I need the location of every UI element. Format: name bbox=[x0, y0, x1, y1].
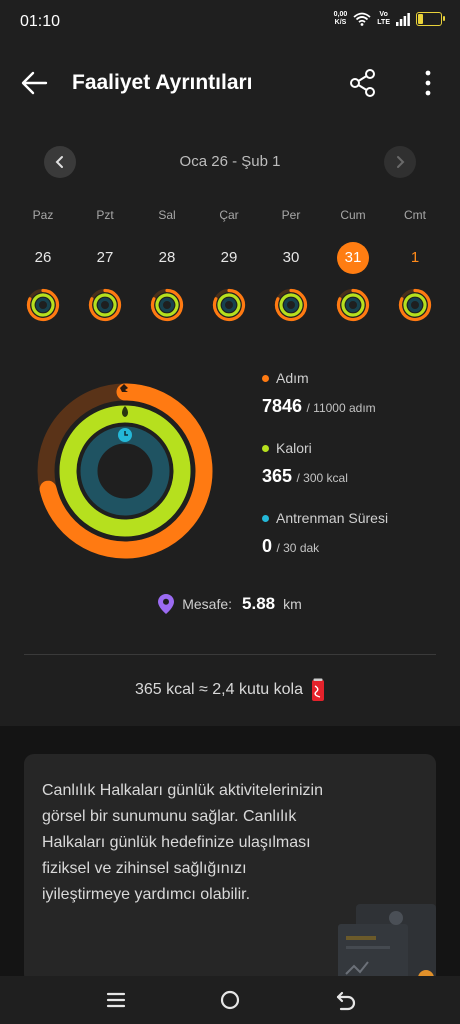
day-number: 1 bbox=[410, 249, 420, 266]
system-navigation-bar bbox=[0, 976, 460, 1024]
section-divider bbox=[24, 654, 436, 655]
calories-value: 365 bbox=[262, 466, 293, 486]
calories-dot bbox=[262, 444, 269, 452]
day-name: Pzt bbox=[96, 208, 114, 222]
fitness-illustration bbox=[338, 904, 436, 984]
day-ring-26 bbox=[26, 288, 60, 322]
signal-icon bbox=[396, 12, 410, 26]
battery-icon: 22 bbox=[416, 12, 445, 26]
day-number: 26 bbox=[34, 249, 52, 266]
back-nav-icon[interactable] bbox=[334, 988, 358, 1012]
recent-apps-icon[interactable] bbox=[104, 988, 128, 1012]
more-options-button[interactable] bbox=[416, 67, 440, 99]
distance-row: Mesafe: 5.88 km bbox=[0, 594, 460, 614]
steps-value: 7846 bbox=[262, 396, 303, 416]
day-number: 28 bbox=[158, 249, 176, 266]
day-number: 30 bbox=[282, 249, 300, 266]
day-28[interactable]: Sal 28 bbox=[136, 208, 198, 322]
day-26[interactable]: Paz 26 bbox=[12, 208, 74, 322]
network-speed-unit: K/S bbox=[334, 19, 347, 26]
day-30[interactable]: Per 30 bbox=[260, 208, 322, 322]
date-navigator: Oca 26 - Şub 1 bbox=[0, 145, 460, 181]
status-bar: 01:10 0,00 K/S Vo LTE 22 bbox=[0, 0, 460, 44]
more-vertical-icon bbox=[425, 70, 431, 96]
volte-bottom: LTE bbox=[377, 19, 390, 26]
workout-dot bbox=[262, 514, 269, 522]
day-number: 29 bbox=[220, 249, 238, 266]
info-card: Canlılık Halkaları günlük aktivitelerini… bbox=[24, 754, 436, 984]
status-icons: 0,00 K/S Vo LTE 22 bbox=[334, 11, 445, 27]
workout-goal: / 30 dak bbox=[276, 541, 320, 555]
day-ring-29 bbox=[212, 288, 246, 322]
cola-can-icon bbox=[312, 678, 324, 701]
chevron-right-icon bbox=[397, 156, 405, 168]
info-text: Canlılık Halkaları günlük aktivitelerini… bbox=[42, 782, 324, 903]
workout-label: Antrenman Süresi bbox=[276, 510, 389, 526]
day-number: 27 bbox=[96, 249, 114, 266]
day-name: Çar bbox=[219, 208, 239, 222]
app-header: Faaliyet Ayrıntıları bbox=[0, 55, 460, 111]
share-icon bbox=[350, 69, 375, 97]
steps-label: Adım bbox=[276, 370, 309, 386]
wifi-icon bbox=[353, 12, 371, 26]
workout-stat: Antrenman Süresi 0 / 30 dak bbox=[262, 510, 452, 580]
activity-stats: Adım 7846 / 11000 adım Kalori 365 / 300 … bbox=[262, 370, 452, 580]
day-name: Per bbox=[281, 208, 301, 222]
steps-stat: Adım 7846 / 11000 adım bbox=[262, 370, 452, 440]
day-ring-1 bbox=[398, 288, 432, 322]
workout-value: 0 bbox=[262, 536, 273, 556]
workout-ring-track bbox=[80, 426, 170, 516]
network-speed: 0,00 K/S bbox=[334, 11, 348, 27]
battery-fill bbox=[418, 14, 423, 24]
distance-value: 5.88 bbox=[242, 594, 276, 613]
day-name: Cmt bbox=[404, 208, 426, 222]
day-ring-27 bbox=[88, 288, 122, 322]
day-name: Paz bbox=[32, 208, 54, 222]
day-31[interactable]: Cum 31 bbox=[322, 208, 384, 322]
calorie-equivalent: 365 kcal ≈ 2,4 kutu kola bbox=[0, 678, 460, 702]
steps-goal: / 11000 adım bbox=[306, 401, 376, 415]
page-title: Faaliyet Ayrıntıları bbox=[72, 71, 253, 94]
volte-top: Vo bbox=[379, 11, 388, 18]
share-button[interactable] bbox=[347, 67, 379, 99]
day-29[interactable]: Çar 29 bbox=[198, 208, 260, 322]
location-pin-icon bbox=[158, 594, 175, 614]
distance-unit: km bbox=[283, 596, 302, 612]
day-ring-28 bbox=[150, 288, 184, 322]
day-number: 31 bbox=[337, 242, 369, 274]
status-time: 01:10 bbox=[20, 13, 61, 30]
arrow-left-icon bbox=[21, 71, 48, 95]
distance-label: Mesafe: bbox=[182, 596, 233, 612]
back-button[interactable] bbox=[18, 67, 52, 99]
activity-rings bbox=[37, 383, 213, 559]
network-speed-value: 0,00 bbox=[333, 11, 348, 18]
day-1[interactable]: Cmt 1 bbox=[384, 208, 446, 322]
info-section: Canlılık Halkaları günlük aktivitelerini… bbox=[0, 726, 460, 984]
day-ring-30 bbox=[274, 288, 308, 322]
battery-level: 22 bbox=[423, 13, 435, 25]
day-name: Cum bbox=[340, 208, 366, 222]
next-week-button[interactable] bbox=[384, 146, 416, 178]
home-icon[interactable] bbox=[218, 988, 242, 1012]
calories-goal: / 300 kcal bbox=[296, 471, 348, 485]
day-name: Sal bbox=[158, 208, 176, 222]
day-27[interactable]: Pzt 27 bbox=[74, 208, 136, 322]
calories-label: Kalori bbox=[276, 440, 312, 456]
day-ring-31 bbox=[336, 288, 370, 322]
volte-indicator: Vo LTE bbox=[377, 11, 390, 27]
calorie-equivalent-text: 365 kcal ≈ 2,4 kutu kola bbox=[135, 681, 303, 698]
calories-stat: Kalori 365 / 300 kcal bbox=[262, 440, 452, 510]
steps-dot bbox=[262, 374, 269, 382]
